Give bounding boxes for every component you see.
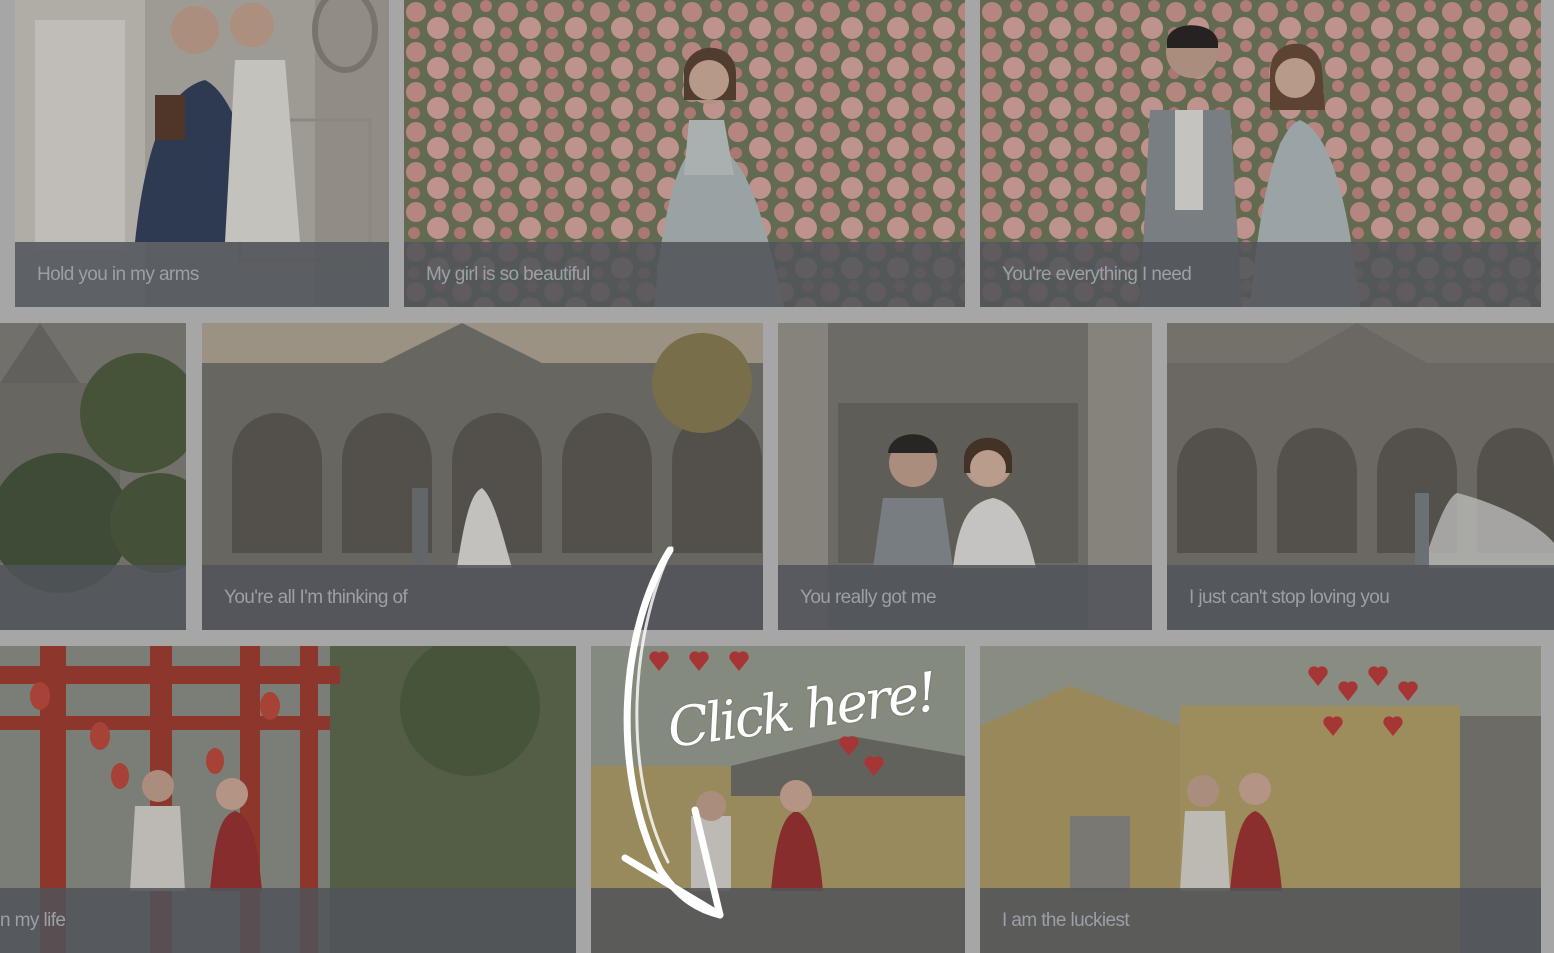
caption-bar — [591, 888, 965, 953]
gallery-card-hold-you[interactable]: Hold you in my arms — [15, 0, 389, 307]
caption-bar: n my life — [0, 888, 576, 953]
caption-bar: You really got me — [778, 565, 1152, 630]
gallery-card-thinking-of[interactable]: You're all I'm thinking of — [202, 323, 763, 630]
caption-bar: You're all I'm thinking of — [202, 565, 763, 630]
gallery-card-cant-stop[interactable]: I just can't stop loving you — [1167, 323, 1554, 630]
gallery-card-my-life[interactable]: n my life — [0, 646, 576, 953]
caption-bar: I just can't stop loving you — [1167, 565, 1554, 630]
photo-gallery: Hold you in my arms My girl is so beauti… — [0, 0, 1554, 953]
gallery-card-my-girl[interactable]: My girl is so beautiful — [404, 0, 965, 307]
gallery-card-really-got-me[interactable]: You really got me — [778, 323, 1152, 630]
photo-caption: I just can't stop loving you — [1189, 587, 1390, 608]
gallery-card-everything[interactable]: You're everything I need — [980, 0, 1541, 307]
photo-caption: You're all I'm thinking of — [224, 587, 408, 608]
photo-caption: My girl is so beautiful — [426, 264, 590, 285]
photo-caption: You're everything I need — [1002, 264, 1192, 285]
photo-caption: Hold you in my arms — [37, 264, 199, 285]
photo-caption: You really got me — [800, 587, 937, 608]
photo-caption: n my life — [0, 910, 66, 931]
photo-caption: I am the luckiest — [1002, 910, 1130, 931]
caption-bar: Hold you in my arms — [15, 242, 389, 307]
gallery-card-luckiest[interactable]: I am the luckiest — [980, 646, 1541, 953]
caption-bar: My girl is so beautiful — [404, 242, 965, 307]
caption-bar: You're everything I need — [980, 242, 1541, 307]
caption-bar — [0, 565, 186, 630]
gallery-card-click-target[interactable] — [591, 646, 965, 953]
gallery-card-row2-left[interactable] — [0, 323, 186, 630]
caption-bar: I am the luckiest — [980, 888, 1541, 953]
